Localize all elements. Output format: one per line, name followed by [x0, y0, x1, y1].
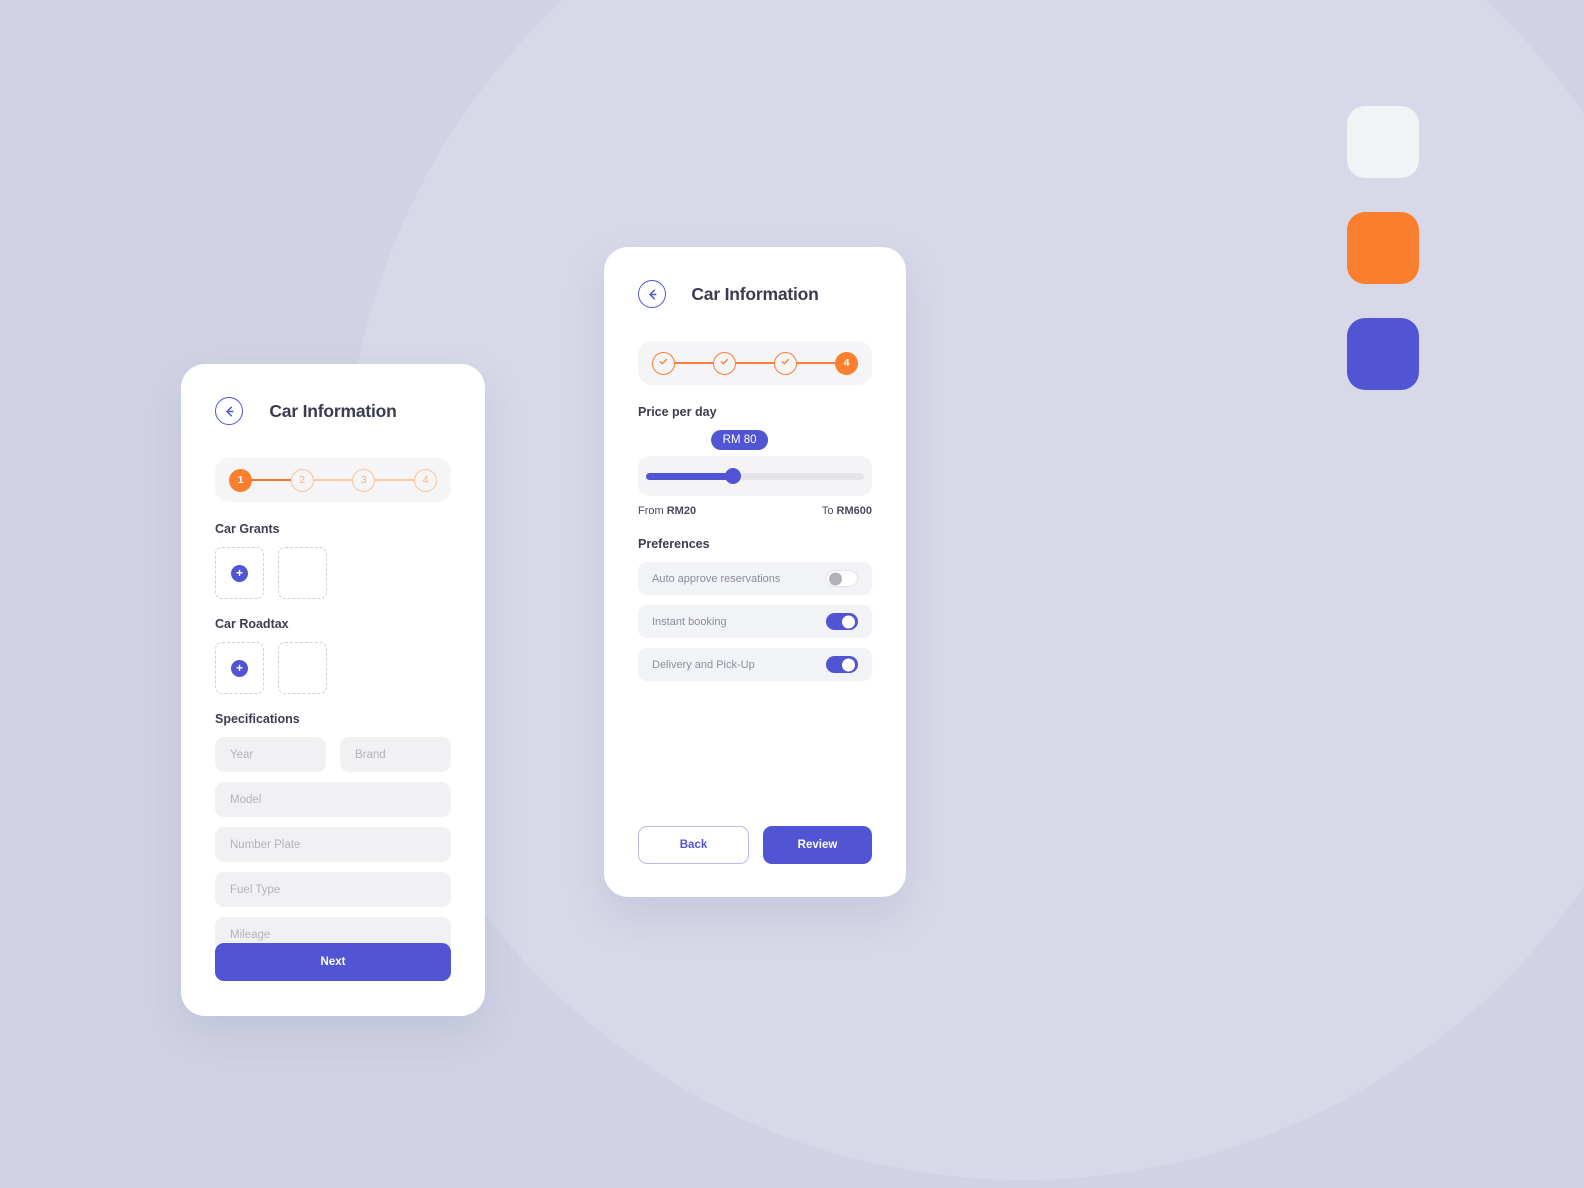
specifications-row-fuel-type [215, 872, 451, 907]
price-value-bubble-row: RM 80 [638, 430, 872, 454]
price-slider-track[interactable] [646, 468, 864, 484]
color-swatch-palette [1347, 106, 1419, 390]
plus-icon: + [231, 564, 248, 582]
next-button[interactable]: Next [215, 943, 451, 981]
next-button-container: Next [215, 943, 451, 981]
price-range-labels: From RM20 To RM600 [638, 505, 872, 517]
check-icon [719, 356, 730, 370]
preference-label-auto-approve: Auto approve reservations [652, 572, 781, 585]
step-connector-2 [736, 362, 774, 364]
car-grants-label: Car Grants [215, 522, 280, 536]
car-roadtax-upload-row: + [215, 642, 451, 694]
toggle-delivery-and-pickup[interactable] [826, 656, 858, 673]
swatch-light [1347, 106, 1419, 178]
specifications-row-year-brand [215, 737, 451, 772]
car-grants-empty-box[interactable] [278, 547, 327, 599]
preference-row-delivery-pickup: Delivery and Pick-Up [638, 648, 872, 681]
year-input[interactable] [215, 737, 326, 772]
page-title: Car Information [691, 283, 819, 304]
preference-label-delivery-pickup: Delivery and Pick-Up [652, 658, 755, 671]
specifications-row-model [215, 782, 451, 817]
price-per-day-section: Price per day RM 80 From RM20 To RM600 [638, 405, 872, 517]
price-min-label: From RM20 [638, 505, 697, 517]
back-action-button[interactable]: Back [638, 826, 749, 864]
car-roadtax-label: Car Roadtax [215, 617, 289, 631]
progress-stepper: 1 2 3 4 [215, 458, 451, 502]
preference-label-instant-booking: Instant booking [652, 615, 727, 628]
step-indicator-1-complete[interactable] [652, 351, 675, 375]
back-button[interactable] [215, 397, 243, 425]
price-min-value: RM20 [666, 505, 697, 517]
phone-screen-step-one: Car Information 1 2 3 4 Car Grants + Car… [181, 364, 485, 1016]
price-per-day-label: Price per day [638, 405, 717, 419]
price-slider-thumb[interactable] [725, 468, 742, 484]
step-connector-1 [252, 479, 291, 481]
back-button[interactable] [638, 280, 666, 308]
step-indicator-3[interactable]: 3 [352, 468, 376, 492]
step-indicator-1[interactable]: 1 [229, 468, 252, 492]
step-indicator-2[interactable]: 2 [290, 468, 314, 492]
step-indicator-3-complete[interactable] [774, 351, 797, 375]
swatch-orange [1347, 212, 1419, 284]
step-indicator-4[interactable]: 4 [414, 468, 438, 492]
brand-input[interactable] [340, 737, 451, 772]
arrow-left-circle-icon [222, 404, 237, 419]
toggle-instant-booking[interactable] [826, 613, 858, 630]
price-slider-fill [646, 472, 734, 480]
preferences-label: Preferences [638, 537, 710, 551]
toggle-auto-approve-reservations[interactable] [826, 570, 858, 587]
price-value-bubble: RM 80 [710, 430, 769, 450]
step-connector-1 [675, 362, 713, 364]
check-icon [780, 356, 791, 370]
step-connector-3 [375, 479, 415, 481]
step-connector-3 [797, 362, 835, 364]
car-roadtax-add-box[interactable]: + [215, 642, 264, 694]
arrow-left-circle-icon [645, 287, 660, 302]
price-slider[interactable] [638, 456, 872, 496]
price-max-label: To RM600 [821, 505, 872, 517]
progress-stepper: 4 [638, 341, 872, 385]
phone-screen-step-four: Car Information 4 Price per day RM 80 Fr… [604, 247, 906, 897]
plus-icon: + [231, 659, 248, 677]
number-plate-input[interactable] [215, 827, 451, 862]
price-max-value: RM600 [836, 505, 872, 517]
step-indicator-2-complete[interactable] [713, 351, 736, 375]
toggle-knob [829, 572, 842, 585]
check-icon [658, 356, 669, 370]
fuel-type-input[interactable] [215, 872, 451, 907]
preference-row-instant-booking: Instant booking [638, 605, 872, 638]
step-connector-2 [313, 479, 353, 481]
screen-two-action-bar: Back Review [638, 826, 872, 864]
preference-row-auto-approve: Auto approve reservations [638, 562, 872, 595]
specifications-label: Specifications [215, 712, 300, 726]
page-title: Car Information [269, 400, 397, 421]
screen-two-header: Car Information [638, 273, 872, 315]
toggle-knob [842, 658, 855, 671]
car-roadtax-empty-box[interactable] [278, 642, 327, 694]
specifications-row-number-plate [215, 827, 451, 862]
swatch-purple [1347, 318, 1419, 390]
car-grants-add-box[interactable]: + [215, 547, 264, 599]
model-input[interactable] [215, 782, 451, 817]
toggle-knob [842, 615, 855, 628]
screen-one-header: Car Information [215, 390, 451, 432]
step-indicator-4[interactable]: 4 [835, 351, 858, 375]
review-button[interactable]: Review [763, 826, 872, 864]
car-grants-upload-row: + [215, 547, 451, 599]
